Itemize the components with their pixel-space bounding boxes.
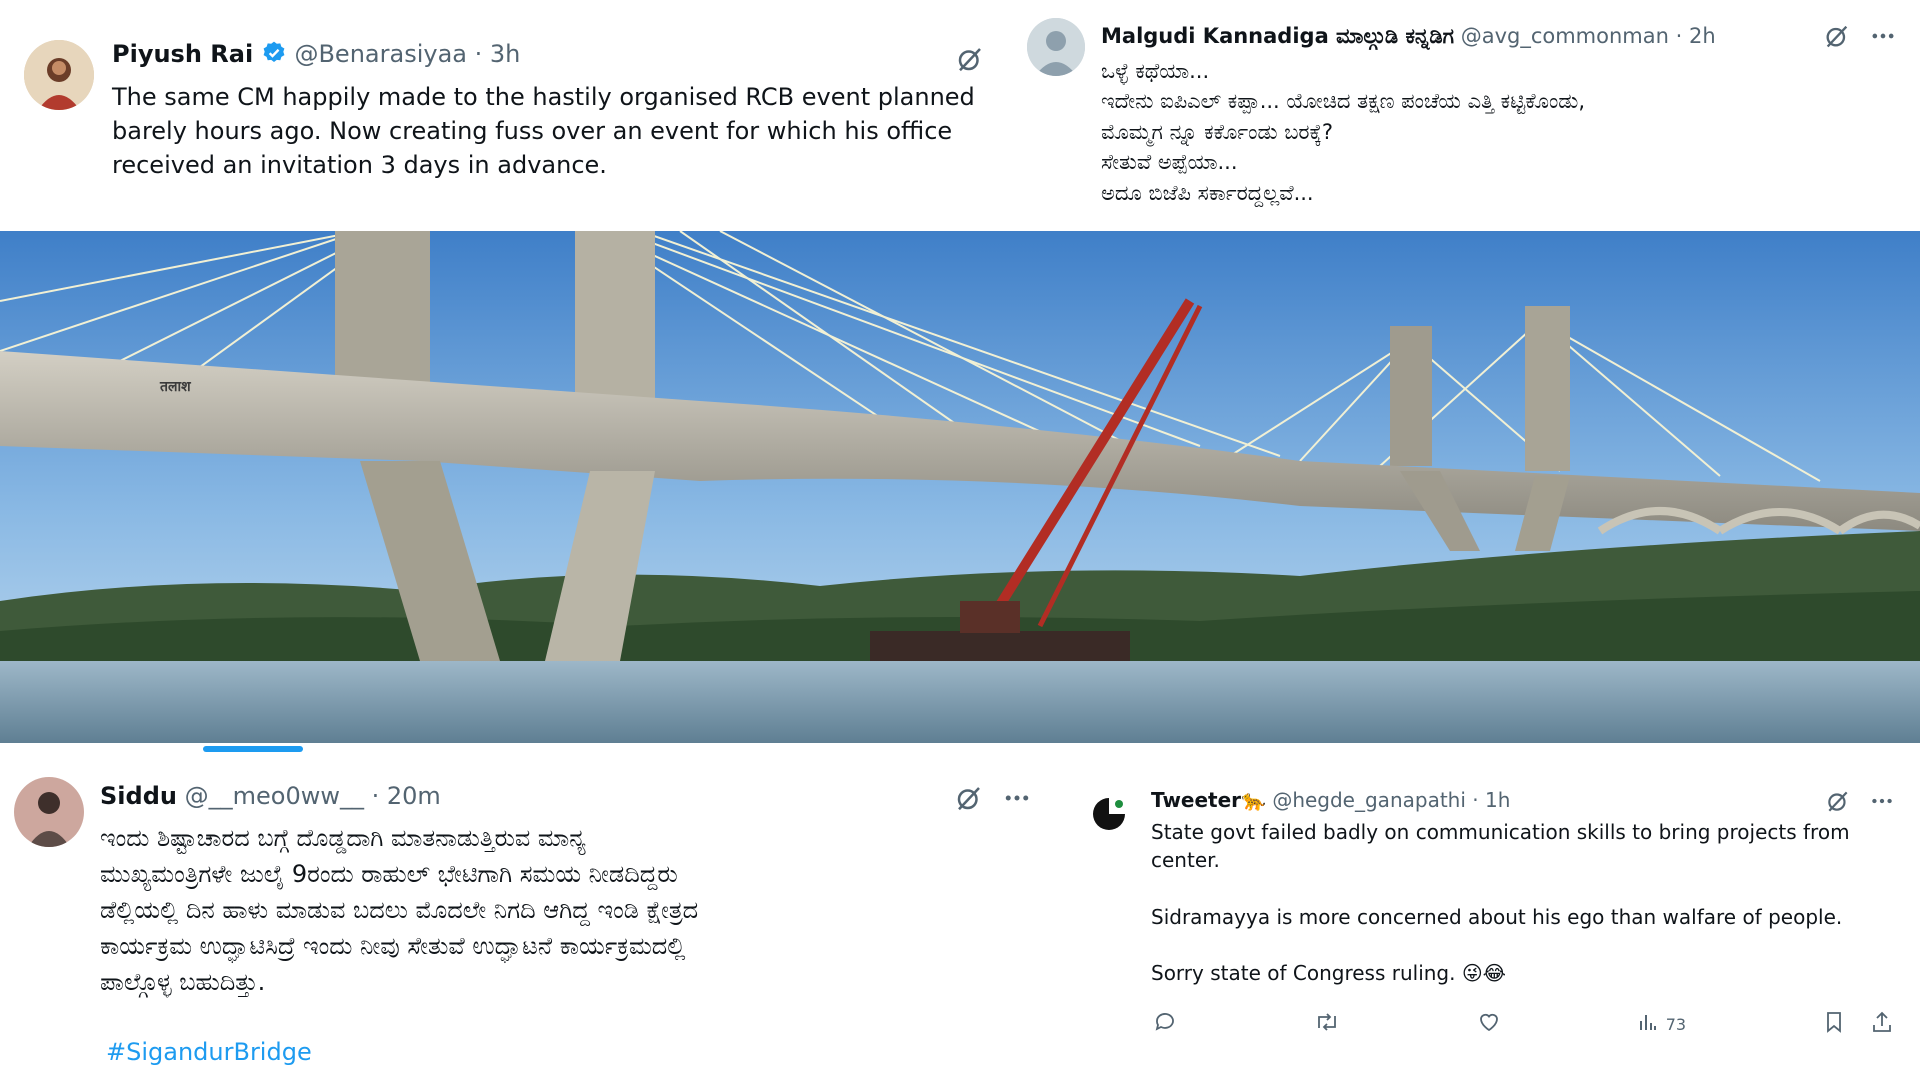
views-icon xyxy=(1638,1012,1658,1036)
tweet-text: The same CM happily made to the hastily … xyxy=(112,83,975,180)
bookmark-icon xyxy=(1823,1010,1845,1038)
tweet-line: ಒಳ್ಳೆ ಕಥೆಯಾ... xyxy=(1101,59,1210,83)
tweet-text: State govt failed badly on communication… xyxy=(1151,818,1891,988)
grok-icon[interactable] xyxy=(1825,788,1851,818)
tweet-header: Piyush Rai @Benarasiyaa · 3h xyxy=(112,40,520,72)
tweet-line: ಪಾಲ್ಗೊಳ್ಳ ಬಹುದಿತ್ತು. xyxy=(100,968,266,996)
reply-icon xyxy=(1153,1010,1177,1038)
tweet-line: ಕಾರ್ಯಕ್ರಮ ಉದ್ಘಾಟಿಸಿದ್ರೆ ಇಂದು ನೀವು ಸೇತುವೆ… xyxy=(100,932,686,960)
tweet-line: ಸೇತುವೆ ಅಪ್ಪೆಯಾ... xyxy=(1101,150,1238,175)
grok-icon[interactable] xyxy=(1823,22,1851,54)
like-button[interactable] xyxy=(1477,1010,1501,1038)
tweet-paragraph: Sorry state of Congress ruling. 😜😂 xyxy=(1151,961,1507,986)
tweet-paragraph: Sidramayya is more concerned about his e… xyxy=(1151,904,1843,929)
tweet-card-siddu[interactable]: Siddu @__meo0ww__ · 20m ಇಂದು ಶಿಷ್ಟಾಚಾರದ … xyxy=(0,755,1062,1080)
author-handle[interactable]: @Benarasiyaa xyxy=(294,40,467,68)
active-tab-indicator xyxy=(203,746,303,752)
tweet-corner-actions xyxy=(1825,788,1895,818)
tweet-card-piyush[interactable]: Piyush Rai @Benarasiyaa · 3h The same CM… xyxy=(0,18,1005,218)
more-icon[interactable] xyxy=(1869,788,1895,818)
pylon xyxy=(335,231,430,401)
avatar[interactable] xyxy=(1089,794,1129,834)
author-handle[interactable]: @avg_commonman xyxy=(1461,24,1669,48)
more-icon[interactable] xyxy=(1002,783,1032,817)
reply-button[interactable] xyxy=(1153,1010,1177,1038)
tweet-header: Siddu @__meo0ww__ · 20m xyxy=(100,782,441,810)
author-name[interactable]: Siddu xyxy=(100,782,177,810)
views-count: 73 xyxy=(1665,1014,1687,1034)
tweet-line: ಮುಖ್ಯಮಂತ್ರಿಗಳೇ ಜುಲೈ 9ರಂದು ರಾಹುಲ್ ಭೇಟಿಗಾಗ… xyxy=(100,860,678,888)
more-icon[interactable] xyxy=(1869,22,1897,54)
tweet-line: ಇಂದು ಶಿಷ್ಟಾಚಾರದ ಬಗ್ಗೆ ದೊಡ್ಡದಾಗಿ ಮಾತನಾಡುತ… xyxy=(100,824,586,852)
hashtag-link[interactable]: #SigandurBridge xyxy=(100,1034,1050,1070)
avatar-image xyxy=(14,777,84,847)
tweet-line: ಅದೂ ಬಿಜೆಪಿ ಸರ್ಕಾರದ್ದಲ್ಲವೆ... xyxy=(1101,180,1314,205)
grok-icon[interactable] xyxy=(955,44,985,78)
river xyxy=(0,661,1920,743)
share-icon xyxy=(1871,1010,1893,1038)
avatar[interactable] xyxy=(24,40,94,110)
photo-sign: तलाश xyxy=(159,379,191,395)
tweet-time[interactable]: · 1h xyxy=(1472,788,1510,812)
tweet-corner-actions xyxy=(955,44,985,78)
pylon xyxy=(1525,306,1570,471)
tweet-paragraph: State govt failed badly on communication… xyxy=(1151,820,1850,873)
tweet-line: ಮೊಮ್ಮಗ ನ್ನೂ ಕರ್ಕೊಂಡು ಬರಕ್ಕೆ? xyxy=(1101,119,1333,144)
tweet-text: ಒಳ್ಳೆ ಕಥೆಯಾ... ಇದೇನು ಐಪಿಎಲ್ ಕಪ್ಪಾ... ಯೋಚ… xyxy=(1101,56,1901,208)
tweet-card-malgudi[interactable]: Malgudi Kannadiga ಮಾಲ್ಗುಡಿ ಕನ್ನಡಿಗ @avg_… xyxy=(1005,0,1920,222)
tweet-text: ಇಂದು ಶಿಷ್ಟಾಚಾರದ ಬಗ್ಗೆ ದೊಡ್ಡದಾಗಿ ಮಾತನಾಡುತ… xyxy=(100,820,1050,1070)
verified-badge-icon xyxy=(261,40,287,72)
pylon xyxy=(1390,326,1432,466)
author-handle[interactable]: @__meo0ww__ xyxy=(185,782,364,810)
avatar[interactable] xyxy=(1027,18,1085,76)
tweet-corner-actions xyxy=(1823,22,1897,54)
avatar[interactable] xyxy=(14,777,84,847)
tweet-action-bar: 73 xyxy=(1153,1010,1893,1038)
share-button[interactable] xyxy=(1871,1010,1893,1038)
tweet-time[interactable]: · 3h xyxy=(475,40,521,68)
tweet-corner-actions xyxy=(954,783,1032,817)
author-name[interactable]: Tweeter🐆 xyxy=(1151,788,1266,812)
right-actions xyxy=(1823,1010,1893,1038)
like-icon xyxy=(1477,1010,1501,1038)
views-button[interactable]: 73 xyxy=(1638,1012,1686,1036)
avatar-image xyxy=(24,40,94,110)
tweet-time[interactable]: · 20m xyxy=(372,782,441,810)
avatar-image xyxy=(1093,798,1125,830)
tweet-header: Tweeter🐆 @hegde_ganapathi · 1h xyxy=(1151,788,1510,812)
bridge-photo[interactable]: तलाश xyxy=(0,231,1920,743)
tweet-header: Malgudi Kannadiga ಮಾಲ್ಗುಡಿ ಕನ್ನಡಿಗ @avg_… xyxy=(1101,24,1716,49)
tweet-card-tweeter[interactable]: Tweeter🐆 @hegde_ganapathi · 1h State gov… xyxy=(1065,770,1920,1060)
retweet-icon xyxy=(1314,1010,1340,1038)
bookmark-button[interactable] xyxy=(1823,1010,1845,1038)
retweet-button[interactable] xyxy=(1314,1010,1340,1038)
author-name[interactable]: Malgudi Kannadiga ಮಾಲ್ಗುಡಿ ಕನ್ನಡಿಗ xyxy=(1101,24,1454,48)
grok-icon[interactable] xyxy=(954,783,984,817)
tweet-time[interactable]: · 2h xyxy=(1676,24,1716,48)
tweet-line: ಡೆಲ್ಲಿಯಲ್ಲಿ ದಿನ ಹಾಳು ಮಾಡುವ ಬದಲು ಮೊದಲೇ ನಿ… xyxy=(100,896,699,924)
author-handle[interactable]: @hegde_ganapathi xyxy=(1272,788,1466,812)
tweet-line: ಇದೇನು ಐಪಿಎಲ್ ಕಪ್ಪಾ... ಯೋಚಿದ ತಕ್ಷಣ ಪಂಚೆಯ … xyxy=(1101,89,1586,114)
author-name[interactable]: Piyush Rai xyxy=(112,40,253,68)
default-profile-icon xyxy=(1027,18,1085,76)
